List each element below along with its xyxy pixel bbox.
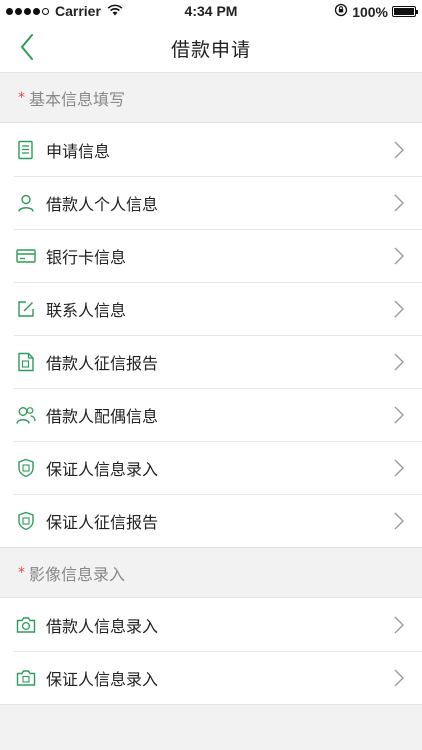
list-item-label: 联系人信息 — [46, 300, 127, 320]
chevron-right-icon — [394, 193, 408, 213]
chevron-right-icon — [394, 458, 408, 478]
chevron-right-icon — [394, 405, 408, 425]
rotation-lock-icon — [334, 3, 348, 20]
list-item-application-info[interactable]: 申请信息 — [0, 123, 422, 176]
status-right: 100% — [334, 3, 418, 20]
bank-card-icon — [16, 246, 36, 266]
list-item-spouse-info[interactable]: 借款人配偶信息 — [0, 388, 422, 441]
edit-icon — [16, 299, 36, 319]
couple-icon — [16, 405, 36, 425]
camera-icon — [16, 615, 36, 635]
image-info-list: 借款人信息录入 保证人信息录入 — [0, 597, 422, 705]
list-item-borrower-personal-info[interactable]: 借款人个人信息 — [0, 176, 422, 229]
chevron-right-icon — [394, 668, 408, 688]
chevron-right-icon — [394, 299, 408, 319]
list-item-contact-info[interactable]: 联系人信息 — [0, 282, 422, 335]
list-item-borrower-credit-report[interactable]: 借款人征信报告 — [0, 335, 422, 388]
list-item-borrower-image-entry[interactable]: 借款人信息录入 — [0, 598, 422, 651]
chevron-right-icon — [394, 140, 408, 160]
list-item-guarantor-credit-report[interactable]: 保证人征信报告 — [0, 494, 422, 547]
credit-report-icon — [16, 352, 36, 372]
chevron-right-icon — [394, 246, 408, 266]
list-item-label: 保证人征信报告 — [46, 512, 159, 532]
list-item-label: 借款人个人信息 — [46, 194, 159, 214]
list-item-label: 借款人信息录入 — [46, 616, 159, 636]
required-star: * — [18, 89, 25, 106]
camera-icon — [16, 668, 36, 688]
chevron-right-icon — [394, 615, 408, 635]
list-item-label: 保证人信息录入 — [46, 459, 159, 479]
battery-icon — [392, 6, 418, 17]
list-item-label: 借款人配偶信息 — [46, 406, 159, 426]
list-item-guarantor-image-entry[interactable]: 保证人信息录入 — [0, 651, 422, 704]
guarantor-shield-icon — [16, 458, 36, 478]
chevron-right-icon — [394, 352, 408, 372]
guarantor-shield-icon — [16, 511, 36, 531]
required-star: * — [18, 564, 25, 581]
list-item-label: 保证人信息录入 — [46, 669, 159, 689]
section-header-basic-info: * 基本信息填写 — [0, 73, 422, 122]
section-title: 影像信息录入 — [29, 564, 126, 584]
section-header-image-info: * 影像信息录入 — [0, 548, 422, 597]
list-item-label: 银行卡信息 — [46, 247, 127, 267]
list-item-label: 借款人征信报告 — [46, 353, 159, 373]
person-icon — [16, 193, 36, 213]
document-icon — [16, 140, 36, 160]
chevron-right-icon — [394, 511, 408, 531]
status-bar: Carrier 4:34 PM 100% — [0, 0, 422, 22]
list-item-bank-card-info[interactable]: 银行卡信息 — [0, 229, 422, 282]
battery-percent: 100% — [352, 3, 388, 20]
list-item-label: 申请信息 — [46, 141, 111, 161]
section-title: 基本信息填写 — [29, 89, 126, 109]
basic-info-list: 申请信息 借款人个人信息 银行卡信息 联系人信息 借款人征信报告 借款人配偶信息… — [0, 122, 422, 548]
list-item-guarantor-info-entry[interactable]: 保证人信息录入 — [0, 441, 422, 494]
page-title: 借款申请 — [170, 39, 251, 61]
navigation-bar: 借款申请 — [0, 22, 422, 73]
